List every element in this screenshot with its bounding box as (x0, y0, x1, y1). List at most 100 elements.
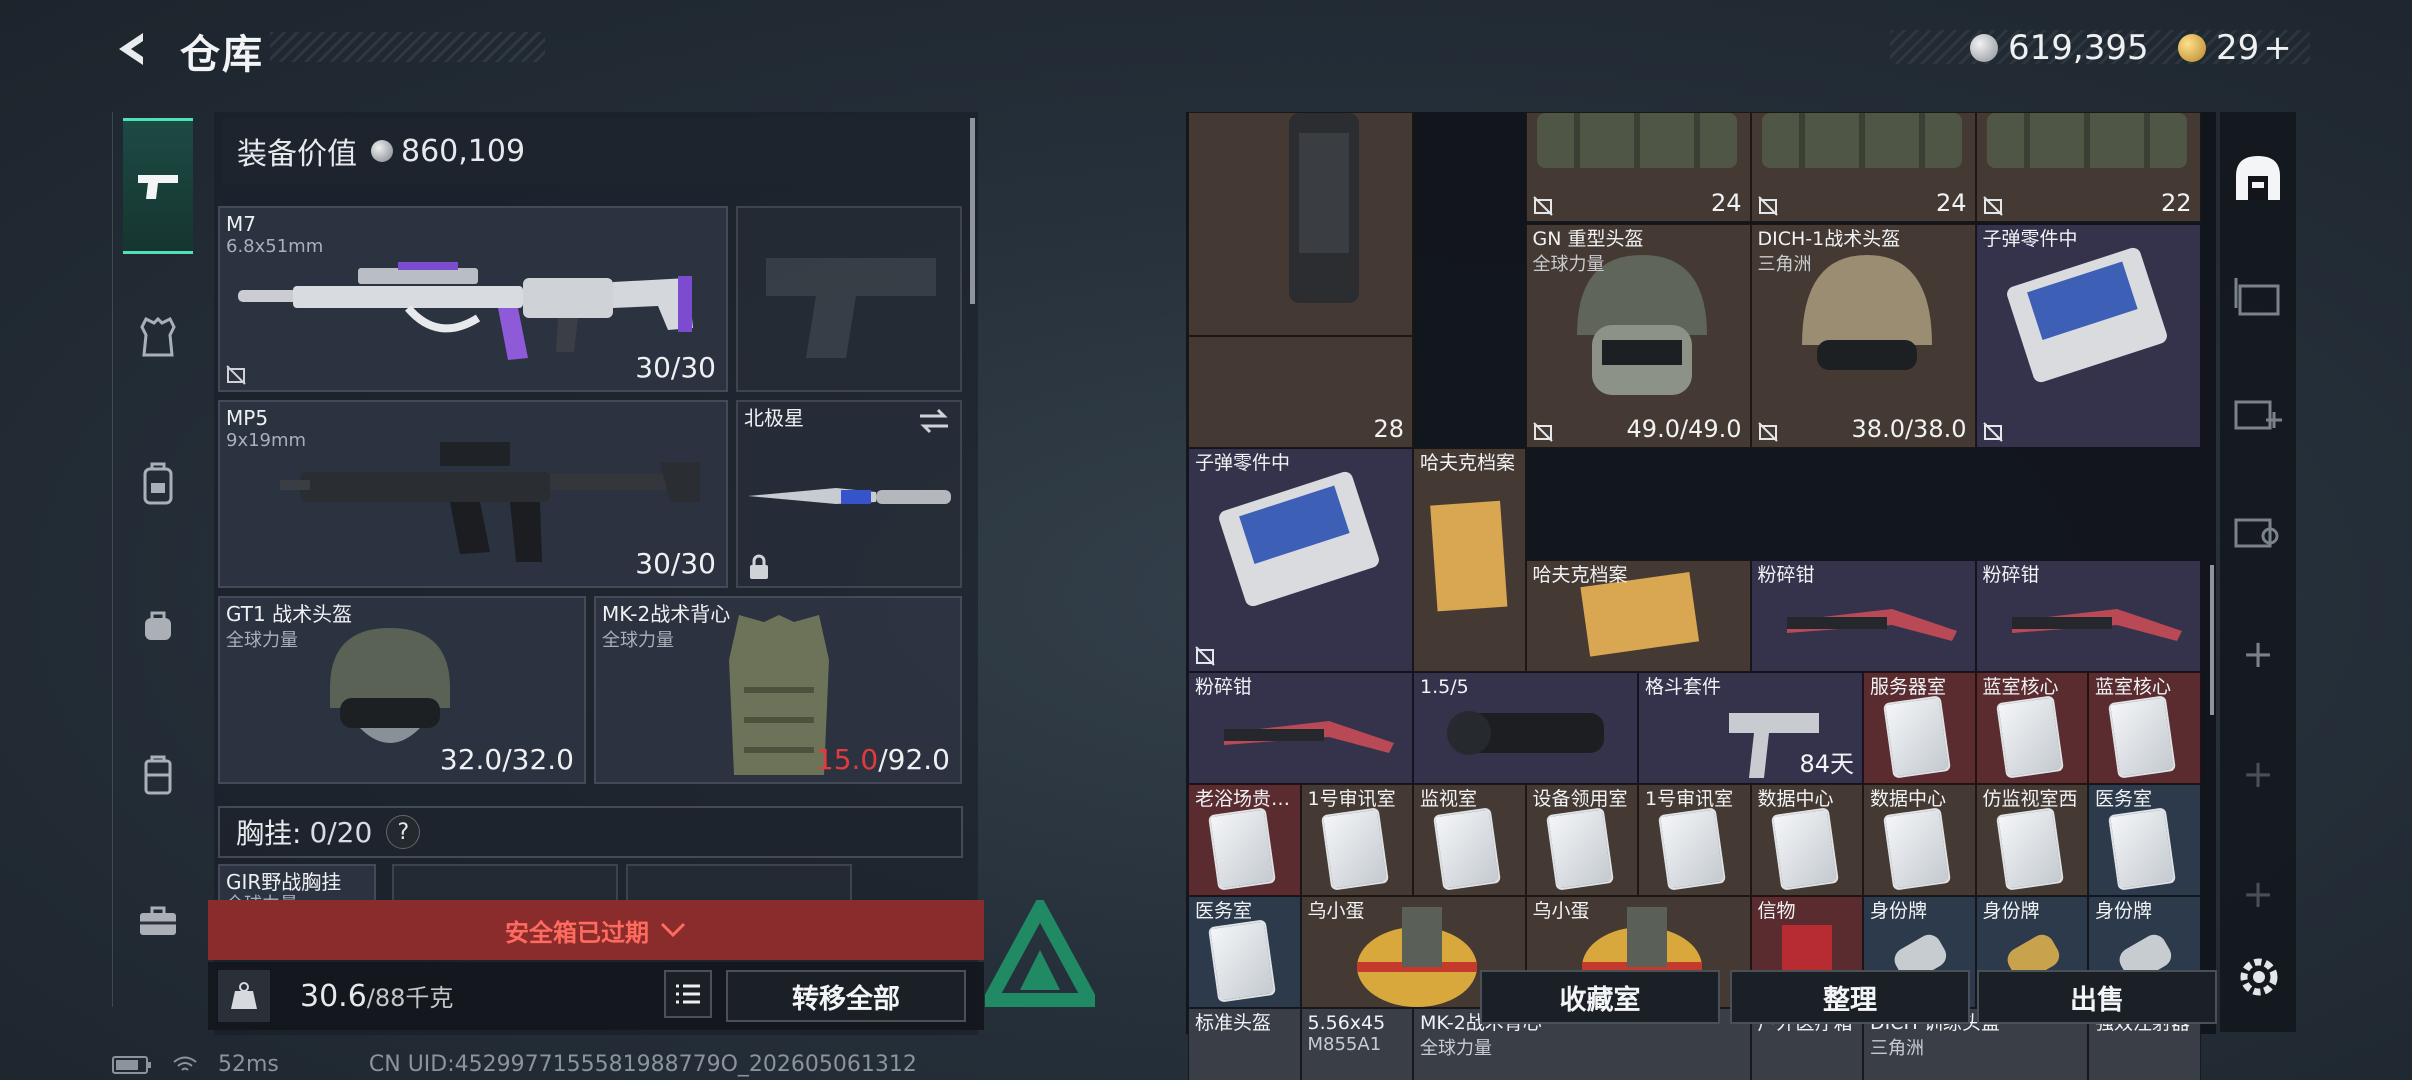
stash-tab-empty-1[interactable]: + (2228, 744, 2288, 804)
stash-item[interactable]: 24 (1750, 112, 1976, 222)
slot-rig-pocket-2[interactable] (626, 864, 852, 904)
silver-coin-icon (371, 140, 393, 162)
currency-add-icon[interactable]: + (2263, 28, 2292, 68)
equipment-scrollbar[interactable] (970, 118, 975, 304)
stash-item[interactable] (1188, 112, 1413, 336)
stash-item-label: 格斗套件 (1645, 676, 1722, 698)
stash-item-label: 仿监视室西 (1982, 788, 2078, 810)
stash-tab-home[interactable] (2228, 148, 2288, 208)
stash-item-label: 子弹零件中 (1982, 228, 2078, 250)
stash-tab-4[interactable] (2228, 500, 2288, 560)
vest-icon (140, 317, 176, 357)
stash-item[interactable]: 医务室 (1188, 896, 1301, 1008)
stash-tab-add[interactable]: + (2228, 624, 2288, 684)
nav-backpack[interactable] (123, 448, 193, 518)
stash-tab-2[interactable] (2228, 266, 2288, 326)
stash-item[interactable]: 粉碎钳 (1750, 560, 1976, 672)
stash-item[interactable]: 哈夫克档案 (1525, 560, 1751, 672)
no-insure-icon (1757, 196, 1778, 216)
organize-button[interactable]: 整理 (1730, 970, 1970, 1024)
stash-item[interactable]: 老浴场贵… (1188, 784, 1301, 896)
nav-weapons[interactable] (123, 118, 193, 254)
stash-item[interactable]: 医务室 (2088, 784, 2201, 896)
stash-item-count: 24 (1710, 189, 1742, 217)
stash-item[interactable]: 蓝室核心 (2088, 672, 2201, 784)
stash-item[interactable]: 24 (1525, 112, 1751, 222)
slot-pistol-empty[interactable] (736, 206, 962, 392)
stash-item-label: DICH-1战术头盔 (1757, 228, 1901, 250)
chest-rig-label: 胸挂: (236, 817, 302, 850)
stash-item-label: 医务室 (1195, 900, 1253, 922)
help-icon[interactable]: ? (386, 815, 421, 849)
slot-armor[interactable]: MK-2战术背心 全球力量 15.0/92.0 (594, 596, 962, 784)
stash-item[interactable]: 子弹零件中 (1188, 448, 1413, 672)
user-uid: CN UID:4529977155581988779O_202605061312 (368, 1052, 917, 1077)
back-button[interactable] (108, 24, 158, 74)
stash-item[interactable]: 数据中心 (1863, 784, 1976, 896)
ping-value: 52ms (218, 1052, 279, 1077)
stash-tabs: + + + (2220, 112, 2296, 1032)
stash-item[interactable]: 服务器室 (1863, 672, 1976, 784)
slot-melee[interactable]: 北极星 (736, 400, 962, 588)
settings-gear-icon[interactable] (2232, 950, 2286, 1004)
stash-item[interactable]: 格斗套件 84天 (1638, 672, 1863, 784)
stash-item[interactable]: 5.56x45 M855A1 (1300, 1008, 1413, 1080)
armor-brand: 全球力量 (602, 630, 674, 651)
nav-bag[interactable] (123, 590, 193, 660)
collection-room-button[interactable]: 收藏室 (1480, 970, 1720, 1024)
stash-scrollbar[interactable] (2210, 565, 2214, 715)
nav-case[interactable] (123, 740, 193, 810)
slot-helmet[interactable]: GT1 战术头盔 全球力量 32.0/32.0 (218, 596, 586, 784)
stash-item-label: 医务室 (2095, 788, 2153, 810)
stash-item[interactable]: 数据中心 (1750, 784, 1863, 896)
sell-button[interactable]: 出售 (1977, 970, 2217, 1024)
stash-item[interactable]: 蓝室核心 (1975, 672, 2088, 784)
stash-tab-empty-2[interactable]: + (2228, 864, 2288, 924)
stash-item-label: 身份牌 (1870, 900, 1928, 922)
swap-icon[interactable] (918, 408, 950, 434)
safe-expired-banner[interactable]: 安全箱已过期 (208, 900, 984, 960)
melee-name: 北极星 (744, 406, 804, 430)
transfer-all-button[interactable]: 转移全部 (726, 970, 966, 1022)
stash-item[interactable]: 粉碎钳 (1188, 672, 1413, 784)
stash-item-count: 24 (1935, 189, 1967, 217)
stash-tab-3[interactable] (2228, 382, 2288, 442)
nav-armor[interactable] (123, 302, 193, 372)
stash-item-label: 信物 (1757, 900, 1796, 922)
armor-durability-max: /92.0 (878, 743, 950, 776)
slot-rig-pocket-1[interactable] (392, 864, 618, 904)
stash-item[interactable]: 子弹零件中 (1975, 224, 2201, 448)
title-decoration (270, 32, 545, 62)
stash-item[interactable]: GN 重型头盔 全球力量 49.0/49.0 (1525, 224, 1751, 448)
stash-item-label: 子弹零件中 (1195, 452, 1291, 474)
stash-item[interactable]: 仿监视室西 (1975, 784, 2088, 896)
stash-item[interactable]: 1号审讯室 (1638, 784, 1751, 896)
stash-item-label: 乌小蛋 (1532, 900, 1590, 922)
delta-logo-icon (985, 900, 1095, 1007)
gold-coin-icon (2178, 34, 2206, 62)
weapon-ammo: 30/30 (635, 351, 716, 384)
stash-item[interactable]: 哈夫克档案 (1413, 448, 1526, 672)
stash-item[interactable]: 1号审讯室 (1300, 784, 1413, 896)
stash-item[interactable]: 标准头盔 (1188, 1008, 1301, 1080)
nav-toolbox[interactable] (123, 886, 193, 956)
slot-rig[interactable]: GIR野战胸挂 全球力量 (218, 864, 376, 915)
stash-item[interactable]: 22 (1975, 112, 2201, 222)
equipment-value-label: 装备价值 (237, 137, 357, 172)
slot-primary-weapon[interactable]: M7 6.8x51mm 30/30 (218, 206, 728, 392)
stash-item[interactable]: 监视室 (1413, 784, 1526, 896)
back-arrow-icon (119, 33, 143, 65)
page-title: 仓库 (180, 32, 264, 78)
list-view-button[interactable] (664, 970, 712, 1018)
no-insure-icon (1757, 422, 1778, 442)
stash-item[interactable]: 28 (1188, 336, 1413, 448)
slot-secondary-weapon[interactable]: MP5 9x19mm 30/30 (218, 400, 728, 588)
category-nav (112, 112, 200, 1007)
stash-item-sub: M855A1 (1307, 1034, 1382, 1055)
currency-gold[interactable]: 29 + (2178, 26, 2292, 70)
stash-item[interactable]: 1.5/5 (1413, 672, 1638, 784)
stash-item[interactable]: DICH-1战术头盔 三角洲 38.0/38.0 (1750, 224, 1976, 448)
stash-item[interactable]: 设备领用室 (1525, 784, 1638, 896)
stash-item[interactable]: 粉碎钳 (1975, 560, 2201, 672)
stash-item-label: 哈夫克档案 (1420, 452, 1516, 474)
